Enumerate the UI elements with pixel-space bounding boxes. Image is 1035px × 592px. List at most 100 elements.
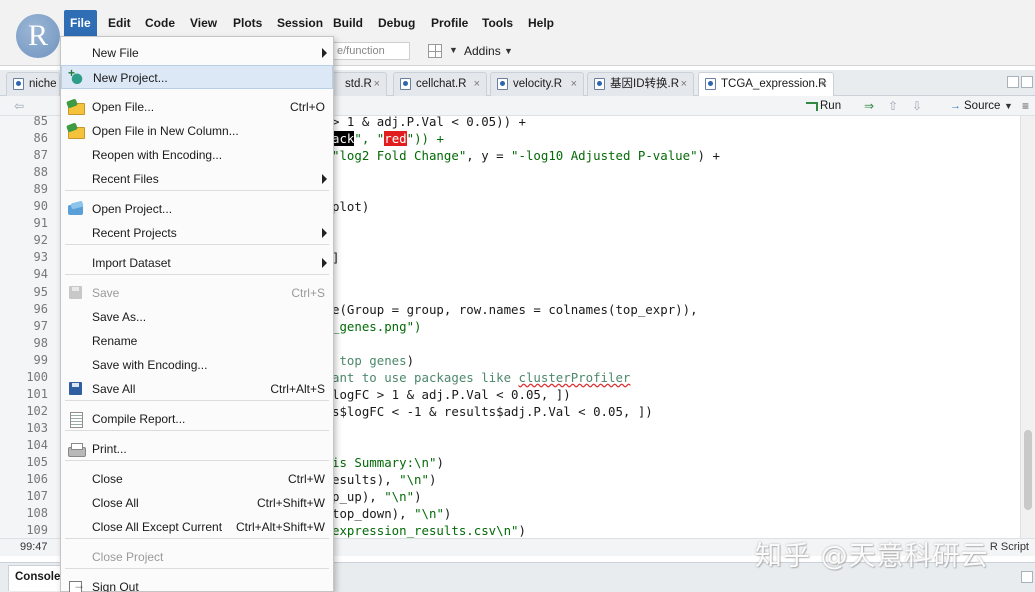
file-type-selector[interactable]: R Script [990, 541, 1029, 553]
menu-item-print[interactable]: Print... [61, 437, 333, 461]
menu-item-label: Save with Encoding... [92, 358, 208, 372]
menu-item-label: Close All [92, 496, 139, 510]
tab-console[interactable]: Console [8, 565, 68, 591]
menu-item-open-project[interactable]: Open Project... [61, 197, 333, 221]
menu-item-sign-out[interactable]: Sign Out [61, 575, 333, 592]
chevron-right-icon [322, 48, 327, 58]
menu-item-label: Open File... [92, 100, 155, 114]
line-number: 98 [33, 335, 48, 350]
back-arrow-icon[interactable]: ⇦ [14, 99, 24, 113]
save-icon [67, 285, 85, 301]
menu-item-label: Import Dataset [92, 256, 171, 270]
menu-item-rename[interactable]: Rename [61, 329, 333, 353]
run-button[interactable]: Run [806, 98, 841, 114]
line-number: 87 [33, 148, 48, 163]
code-token: ack [332, 131, 355, 147]
code-token: ) [436, 455, 444, 470]
menu-build[interactable]: Build [327, 10, 369, 36]
code-token: "\n" [384, 489, 415, 505]
menu-tools[interactable]: Tools [476, 10, 519, 36]
tab-velocity-r[interactable]: velocity.R × [490, 72, 584, 96]
line-number: 102 [26, 403, 48, 418]
menu-item-close[interactable]: Close Ctrl+W [61, 467, 333, 491]
go-up-icon[interactable]: ⇧ [888, 99, 898, 113]
pane-layout-icon[interactable] [428, 44, 442, 58]
menu-item-open-file[interactable]: Open File... Ctrl+O [61, 95, 333, 119]
menu-item-save-as[interactable]: Save As... [61, 305, 333, 329]
menu-item-label: Print... [92, 442, 127, 456]
chevron-down-icon[interactable]: ▼ [504, 46, 513, 56]
menu-plots[interactable]: Plots [227, 10, 268, 36]
menu-item-shortcut: Ctrl+Shift+W [256, 496, 325, 510]
r-logo-icon: R [16, 14, 60, 58]
menu-item-save-all[interactable]: Save All Ctrl+Alt+S [61, 377, 333, 401]
new-project-icon [68, 66, 86, 86]
addins-button[interactable]: Addins [464, 44, 501, 58]
menu-file[interactable]: File [64, 10, 97, 36]
menu-item-close-project: Close Project [61, 545, 333, 569]
menu-debug[interactable]: Debug [372, 10, 421, 36]
menu-session[interactable]: Session [271, 10, 329, 36]
menu-item-save-with-encoding[interactable]: Save with Encoding... [61, 353, 333, 377]
code-token: red [384, 131, 407, 147]
chevron-down-icon[interactable]: ▼ [449, 45, 458, 55]
code-token: ) [443, 506, 452, 522]
menu-item-reopen-with-encoding[interactable]: Reopen with Encoding... [61, 143, 333, 167]
menu-item-recent-files[interactable]: Recent Files [61, 167, 333, 191]
source-button[interactable]: Source [950, 98, 1000, 114]
tab-niche[interactable]: niche [6, 72, 60, 96]
menu-item-shortcut: Ctrl+Alt+Shift+W [235, 520, 325, 534]
r-file-icon [400, 78, 411, 90]
code-token: "-log10 Adjusted P-value" [511, 148, 698, 164]
line-number: 91 [33, 216, 48, 231]
maximize-pane-icon[interactable] [1021, 571, 1033, 583]
menu-item-recent-projects[interactable]: Recent Projects [61, 221, 333, 245]
menu-profile[interactable]: Profile [425, 10, 474, 36]
menu-item-shortcut: Ctrl+W [288, 472, 325, 486]
scrollbar-thumb[interactable] [1024, 430, 1032, 510]
close-icon[interactable]: × [681, 73, 687, 95]
chevron-right-icon [322, 228, 327, 238]
menu-item-close-all-except-current[interactable]: Close All Except Current Ctrl+Alt+Shift+W [61, 515, 333, 539]
restore-pane-icon[interactable] [1007, 76, 1019, 88]
goto-function-input[interactable]: e/function [330, 42, 410, 60]
menu-code[interactable]: Code [139, 10, 181, 36]
tab-label: cellchat.R [416, 78, 467, 90]
menu-item-import-dataset[interactable]: Import Dataset [61, 251, 333, 275]
tab-gene-id-r[interactable]: 基因ID转换.R × [587, 72, 694, 96]
outline-icon[interactable]: ≡ [1022, 99, 1029, 113]
close-icon[interactable]: × [374, 73, 380, 95]
code-line: expression_results.csv\n") [332, 523, 526, 538]
close-icon[interactable]: × [474, 73, 480, 95]
menu-item-new-file[interactable]: New File [61, 41, 333, 65]
code-line: p_up), "\n") [332, 489, 422, 504]
menu-item-close-all[interactable]: Close All Ctrl+Shift+W [61, 491, 333, 515]
code-token: logFC > 1 & adj.P.Val < 0.05, ]) [332, 386, 571, 402]
tab-tcga-expression-r[interactable]: TCGA_expression.R × [698, 72, 834, 97]
menu-item-new-project[interactable]: New Project... [61, 65, 333, 89]
menu-item-compile-report[interactable]: Compile Report... [61, 407, 333, 431]
menu-help[interactable]: Help [522, 10, 560, 36]
menu-item-label: Reopen with Encoding... [92, 148, 223, 162]
maximize-pane-icon[interactable] [1021, 76, 1033, 88]
go-down-icon[interactable]: ⇩ [912, 99, 922, 113]
tab-label: niche [29, 78, 57, 90]
code-line: ant to use packages like clusterProfiler [332, 370, 630, 385]
close-icon[interactable]: × [571, 73, 577, 95]
menu-item-label: Open Project... [92, 202, 173, 216]
r-file-icon [13, 78, 24, 90]
menu-view[interactable]: View [184, 10, 223, 36]
editor-scrollbar[interactable] [1020, 116, 1035, 538]
menu-edit[interactable]: Edit [102, 10, 137, 36]
menu-item-label: New Project... [93, 71, 168, 85]
line-number: 94 [33, 267, 48, 282]
chevron-down-icon[interactable]: ▼ [1004, 101, 1013, 111]
close-icon[interactable]: × [821, 73, 827, 95]
code-line: esults), "\n") [332, 472, 436, 487]
tab-cellchat-r[interactable]: cellchat.R × [393, 72, 487, 96]
rerun-icon[interactable]: ⇒ [864, 99, 874, 113]
code-line: logFC > 1 & adj.P.Val < 0.05, ]) [332, 387, 571, 402]
line-number: 96 [33, 301, 48, 316]
sign-out-icon [67, 578, 85, 592]
menu-item-open-file-in-new-column[interactable]: Open File in New Column... [61, 119, 333, 143]
